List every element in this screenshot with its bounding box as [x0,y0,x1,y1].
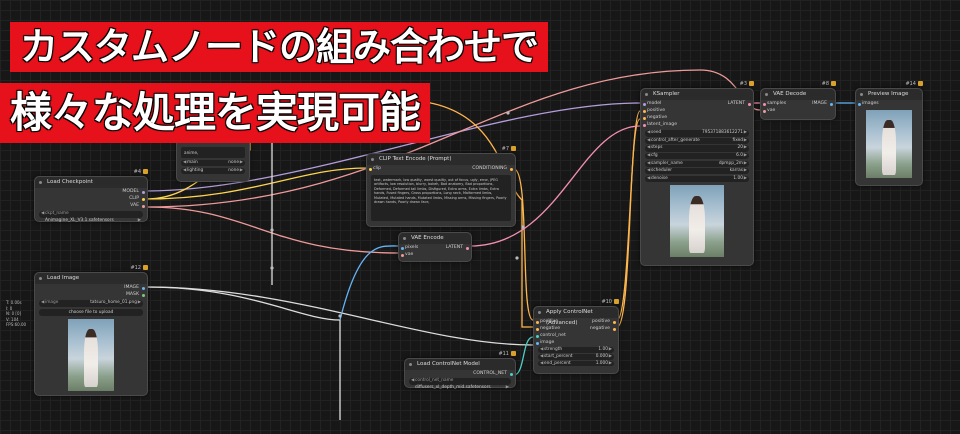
wire-controlnet [513,336,534,376]
ksampler-preview-image [670,185,724,258]
output-vae[interactable]: VAE [35,202,147,210]
node-id: #12 [130,265,148,271]
node-title[interactable]: VAE Encode [399,233,471,244]
load-controlnet-node[interactable]: #11 Load ControlNet Model CONTROL_NET ◀ c… [404,351,516,390]
widget-end-percent[interactable]: ◀ end_percent 1.000 ▶ [538,360,614,367]
node-id: #3 [740,81,754,87]
widget-cfg[interactable]: ◀ cfg 6.0 ▶ [645,152,749,160]
input-control-net[interactable]: control_net [534,332,618,339]
node-title[interactable]: Apply ControlNet (Advanced) [534,307,618,326]
node-id: #4 [134,169,148,175]
prompt-textarea[interactable]: text, watermark, low quality, worst qual… [371,175,511,221]
load-checkpoint-node[interactable]: #4 Load Checkpoint MODEL CLIP VAE ◀ ckpt_… [34,169,148,223]
loaded-image-preview [68,318,114,391]
partial-text[interactable]: anime, [181,147,245,158]
node-title[interactable]: Load Checkpoint [35,177,147,188]
node-id: #10 [601,299,619,305]
stat-fps: FPS:60.00 [6,322,27,327]
node-title[interactable]: CLIP Text Encode (Prompt) [367,154,515,165]
wire-cn-neg-out [616,118,641,328]
io-positive[interactable]: positive positive [534,318,618,325]
input-vae[interactable]: vae [399,251,471,259]
widget-control-after-generate[interactable]: ◀ control_after_generate fixed ▶ [645,137,749,145]
widget-strength[interactable]: ◀ strength 1.00 ▶ [538,347,614,353]
widget-scheduler[interactable]: ◀ scheduler karras ▶ [645,168,749,175]
widget-start-percent[interactable]: ◀ start_percent 0.000 ▶ [538,353,614,360]
upload-button[interactable]: choose file to upload [39,308,143,316]
wire-cn-pos-out [616,110,641,321]
widget-main[interactable]: ◀ main none ▶ [181,160,245,167]
ksampler-node[interactable]: #3 KSampler model LATENT positive negativ… [640,81,754,266]
widget-seed[interactable]: ◀ seed 795371883612271 ▶ [645,130,749,137]
apply-controlnet-node[interactable]: #10 Apply ControlNet (Advanced) positive… [533,299,619,374]
node-id: #8 [822,81,836,87]
node-id: #11 [498,351,516,357]
node-title[interactable]: KSampler [641,89,753,100]
canvas-stats: T: 0.00s I: 0 N: 0 [0] V: 104 FPS:60.00 [6,300,26,328]
preview-output-image [866,110,912,178]
clip-text-encode-node[interactable]: #7 CLIP Text Encode (Prompt) clip CONDITI… [366,146,516,227]
image-select-widget[interactable]: ◀ image tatsuro_home_01.png ▶ [39,300,143,307]
node-title[interactable]: Load ControlNet Model [405,359,515,370]
input-latent-image[interactable]: latent_image [641,121,753,129]
output-mask[interactable]: MASK [35,291,147,299]
headline-banner-line2: 様々な処理を実現可能 [0,83,431,143]
ckpt-name-widget[interactable]: ◀ ckpt_name Animagine_XL_V3.1.safetensors… [39,211,143,223]
node-id: #7 [502,146,516,152]
output-control-net[interactable]: CONTROL_NET [405,370,515,377]
preview-image-node[interactable]: #14 Preview Image images [855,81,923,186]
vae-decode-node[interactable]: #8 VAE Decode samples IMAGE vae [760,81,836,120]
widget-sampler-name[interactable]: ◀ sampler_name dpmpp_2m ▶ [645,160,749,167]
io-negative[interactable]: negative negative [534,325,618,332]
input-vae[interactable]: vae [761,107,835,115]
widget-denoise[interactable]: ◀ denoise 1.00 ▶ [645,175,749,183]
widget-lighting[interactable]: ◀ lighting none ▶ [181,167,245,174]
widget-steps[interactable]: ◀ steps 20 ▶ [645,145,749,152]
vae-encode-node[interactable]: VAE Encode pixels LATENT vae [398,232,472,262]
node-title[interactable]: Preview Image [856,89,922,100]
input-images[interactable]: images [856,100,922,108]
input-image[interactable]: image [534,339,618,346]
wire-pixels [339,245,399,321]
node-title[interactable]: VAE Decode [761,89,835,100]
headline-banner-line1: カスタムノードの組み合わせで [10,22,549,72]
controlnet-name-widget[interactable]: ◀ control_net_name diffusers_xl_depth_mid… [409,378,511,390]
load-image-node[interactable]: #12 Load Image IMAGE MASK ◀ image tatsuro_… [34,265,148,396]
node-id: #14 [905,81,923,87]
wire-cond-pos [513,168,534,321]
node-title[interactable]: Load Image [35,273,147,284]
input-clip[interactable]: clip CONDITIONING [367,165,515,173]
